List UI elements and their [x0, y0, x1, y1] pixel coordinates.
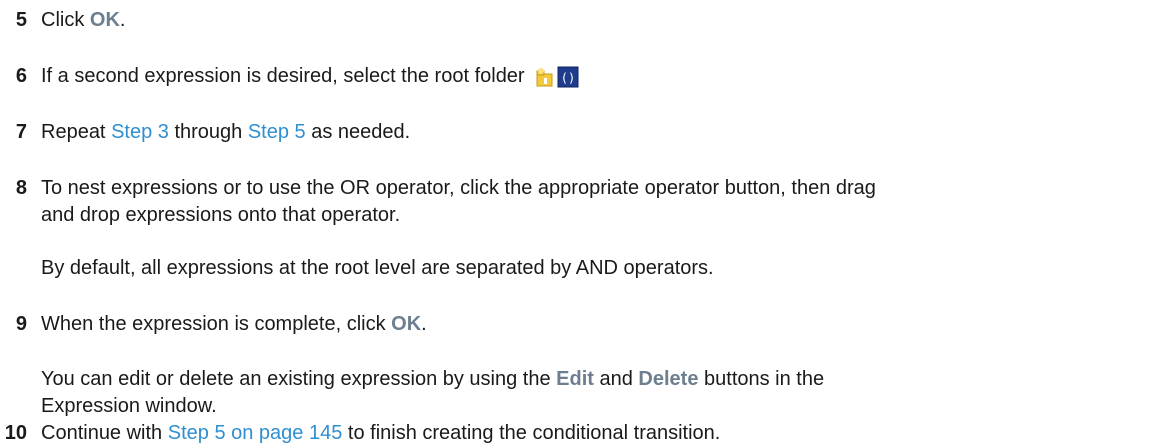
- step-text-line-1: To nest expressions or to use the OR ope…: [41, 177, 876, 199]
- link-step-3[interactable]: Step 3: [111, 121, 169, 143]
- root-folder-icons: (): [535, 66, 579, 92]
- step-text: If a second expression is desired, selec…: [41, 63, 579, 92]
- link-step-5[interactable]: Step 5: [248, 121, 306, 143]
- step-9-note-line-2: Expression window.: [41, 395, 217, 417]
- ok-label: OK: [89, 9, 120, 31]
- step-number: 10: [4, 422, 27, 444]
- step-text: Continue with Step 5 on page 145 to fini…: [41, 422, 721, 444]
- folder-expression-icon: [536, 68, 553, 87]
- step-number: 6: [15, 65, 27, 87]
- link-step-5-page-145[interactable]: Step 5 on page 145: [168, 422, 343, 444]
- step-8-text-line-2: and drop expressions onto that operator.: [41, 204, 401, 226]
- step-number: 7: [15, 121, 27, 143]
- delete-label: Delete: [638, 368, 699, 390]
- step-8-note: By default, all expressions at the root …: [41, 257, 714, 279]
- expression-box-icon: (): [557, 66, 579, 88]
- step-text: When the expression is complete, click O…: [41, 313, 427, 335]
- step-text: Click OK.: [41, 9, 126, 31]
- step-9-note: You can edit or delete an existing expre…: [41, 368, 825, 390]
- step-number: 5: [15, 9, 27, 31]
- edit-label: Edit: [556, 368, 594, 390]
- step-text: Repeat Step 3 through Step 5 as needed.: [41, 121, 411, 143]
- step-number: 8: [15, 177, 27, 199]
- svg-text:(): (): [560, 71, 574, 85]
- ok-label: OK: [391, 313, 422, 335]
- step-number: 9: [15, 313, 27, 335]
